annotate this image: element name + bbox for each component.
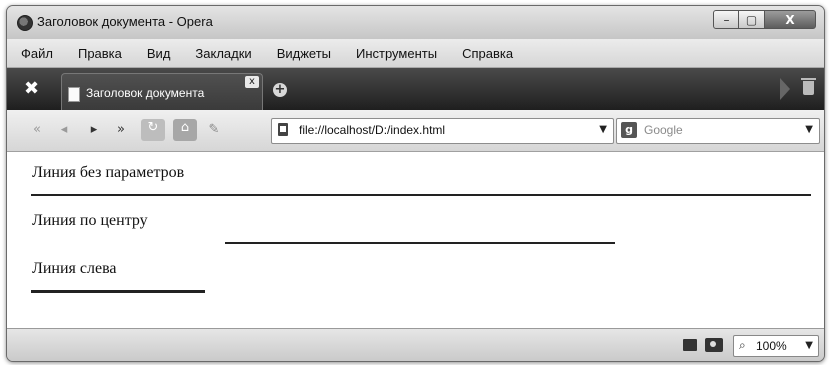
tab-close-icon[interactable]: x xyxy=(245,76,259,88)
horizontal-rule-left xyxy=(31,290,205,293)
search-bar[interactable]: g Google ▼ xyxy=(616,118,820,144)
menu-bar: Файл Правка Вид Закладки Виджеты Инструм… xyxy=(7,39,824,68)
new-tab-icon[interactable]: + xyxy=(273,83,287,97)
minimize-button[interactable]: – xyxy=(713,10,740,29)
tab-label: Заголовок документа xyxy=(86,86,205,100)
zoom-value: 100% xyxy=(756,339,787,353)
menu-bookmarks[interactable]: Закладки xyxy=(195,46,251,61)
address-bar[interactable]: file://localhost/D:/index.html ▼ xyxy=(271,118,614,144)
address-input[interactable]: file://localhost/D:/index.html xyxy=(299,123,445,137)
page-content: Линия без параметров Линия по центру Лин… xyxy=(7,152,824,328)
image-toggle-icon[interactable] xyxy=(705,338,723,352)
edit-icon[interactable]: ✎ xyxy=(205,121,223,139)
menu-file[interactable]: Файл xyxy=(21,46,53,61)
home-icon[interactable]: ⌂ xyxy=(173,119,197,141)
horizontal-rule-full xyxy=(31,194,811,196)
maximize-icon: ▢ xyxy=(745,12,758,27)
tools-icon[interactable]: ✖ xyxy=(24,80,42,98)
fast-forward-icon[interactable]: » xyxy=(112,121,130,139)
zoom-control[interactable]: ⌕ 100% ▼ xyxy=(733,335,819,357)
tab-arrow-icon xyxy=(780,78,790,100)
back-icon[interactable]: ◂ xyxy=(55,121,73,139)
menu-tools[interactable]: Инструменты xyxy=(356,46,437,61)
page-info-icon[interactable] xyxy=(278,123,288,136)
trash-icon[interactable] xyxy=(801,78,816,95)
zoom-dropdown-icon[interactable]: ▼ xyxy=(805,340,813,351)
search-dropdown-icon[interactable]: ▼ xyxy=(805,124,813,135)
tab-active[interactable]: Заголовок документа x xyxy=(61,73,263,111)
search-engine-icon[interactable]: g xyxy=(621,122,637,138)
close-button[interactable]: X xyxy=(764,10,816,29)
maximize-button[interactable]: ▢ xyxy=(738,10,765,29)
navigation-toolbar: « ◂ ▸ » ↻ ⌂ ✎ file://localhost/D:/index.… xyxy=(7,110,824,152)
close-icon: X xyxy=(785,12,795,27)
minimize-icon: – xyxy=(723,12,730,27)
document-icon xyxy=(68,87,80,102)
browser-window: Заголовок документа - Opera – ▢ X Файл П… xyxy=(6,5,825,362)
rewind-icon[interactable]: « xyxy=(28,121,46,139)
reload-icon[interactable]: ↻ xyxy=(141,119,165,141)
forward-icon[interactable]: ▸ xyxy=(85,121,103,139)
zoom-icon: ⌕ xyxy=(739,338,746,352)
turbo-icon[interactable] xyxy=(683,339,697,351)
window-title: Заголовок документа - Opera xyxy=(37,14,213,29)
menu-edit[interactable]: Правка xyxy=(78,46,122,61)
status-bar: ⌕ 100% ▼ xyxy=(7,328,824,361)
menu-view[interactable]: Вид xyxy=(147,46,171,61)
line2-label: Линия по центру xyxy=(32,212,148,229)
line3-label: Линия слева xyxy=(32,260,117,277)
horizontal-rule-centered xyxy=(225,242,615,244)
menu-help[interactable]: Справка xyxy=(462,46,513,61)
search-input[interactable]: Google xyxy=(644,123,683,137)
tab-bar: ✖ Заголовок документа x + xyxy=(7,68,824,111)
line1-label: Линия без параметров xyxy=(32,164,185,181)
address-dropdown-icon[interactable]: ▼ xyxy=(599,124,607,135)
menu-widgets[interactable]: Виджеты xyxy=(277,46,331,61)
opera-logo-icon xyxy=(17,15,33,31)
title-bar: Заголовок документа - Opera – ▢ X xyxy=(7,6,824,39)
